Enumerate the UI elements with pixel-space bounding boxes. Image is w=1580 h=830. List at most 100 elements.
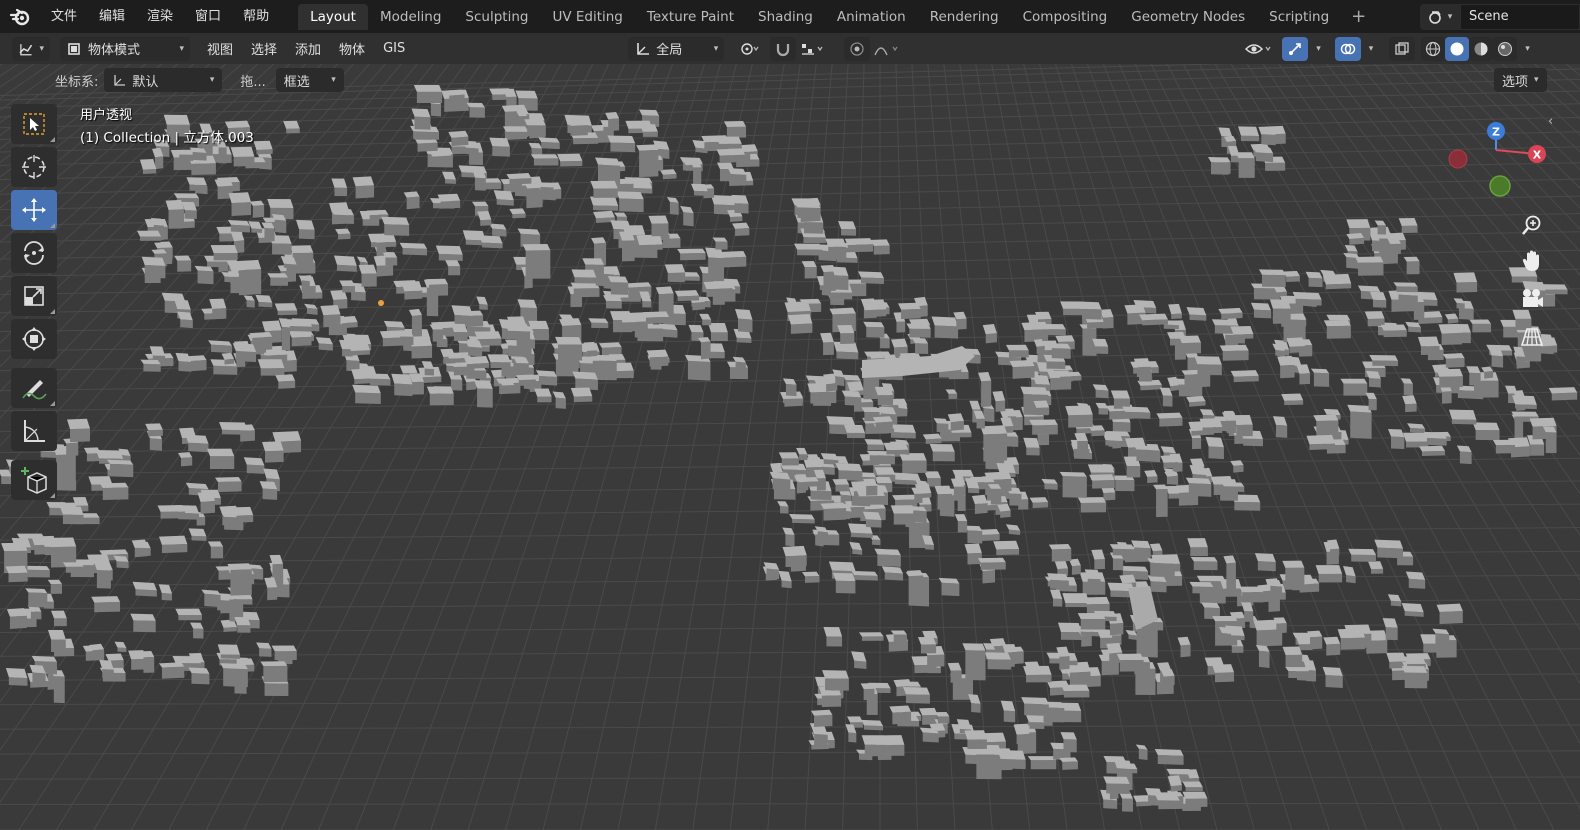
chevron-down-icon[interactable]: ▾ — [1369, 44, 1374, 54]
gizmo-icon — [1289, 42, 1302, 55]
shading-rendered-button[interactable] — [1493, 36, 1518, 61]
navigation-gizmo[interactable]: Z X — [1440, 112, 1550, 212]
snap-target-button[interactable] — [796, 37, 830, 61]
camera-view-button[interactable] — [1517, 284, 1547, 314]
zoom-icon — [1522, 215, 1541, 235]
scene-browse-button[interactable]: ▾ — [1420, 3, 1460, 30]
tool-variants-marker — [50, 309, 55, 314]
select-mode-dropdown[interactable]: 框选 ▾ — [275, 68, 344, 92]
scene-name-field[interactable]: Scene — [1460, 3, 1580, 30]
menu-object[interactable]: 物体 — [330, 39, 374, 58]
tab-rendering[interactable]: Rendering — [918, 4, 1011, 30]
coord-system-label: 坐标系: — [55, 74, 99, 90]
3d-viewport[interactable] — [0, 64, 1580, 830]
tab-layout[interactable]: Layout — [298, 3, 368, 30]
blender-logo-icon[interactable] — [0, 0, 40, 33]
chevron-down-icon: ▾ — [39, 43, 44, 54]
viewport-header: ▾ 物体模式 ▾ 视图 选择 添加 物体 GIS 全局 ▾ ▾ ▾ ▾ — [0, 33, 1580, 64]
transform-orientation-dropdown[interactable]: 全局 ▾ — [628, 36, 725, 61]
gizmo-toggle[interactable] — [1282, 36, 1309, 61]
menu-edit[interactable]: 编辑 — [88, 0, 136, 33]
hand-pan-icon — [1522, 250, 1539, 271]
tab-scripting[interactable]: Scripting — [1257, 4, 1341, 30]
pan-button[interactable] — [1517, 246, 1547, 276]
tab-modeling[interactable]: Modeling — [368, 4, 453, 30]
shading-material-button[interactable] — [1469, 36, 1494, 61]
menu-view[interactable]: 视图 — [198, 39, 242, 58]
tab-geometry-nodes[interactable]: Geometry Nodes — [1119, 4, 1257, 30]
menu-add[interactable]: 添加 — [286, 39, 330, 58]
proportional-edit-toggle[interactable] — [844, 36, 871, 61]
chevron-down-icon: ▾ — [209, 75, 215, 85]
tab-animation[interactable]: Animation — [825, 4, 918, 30]
annotate-tool[interactable] — [11, 368, 57, 408]
options-dropdown[interactable]: 选项 ▾ — [1494, 68, 1547, 92]
rotate-tool[interactable] — [11, 233, 57, 273]
x-axis-label: X — [1533, 149, 1542, 162]
editor-type-button[interactable]: ▾ — [12, 36, 50, 61]
top-bar: 文件 编辑 渲染 窗口 帮助 Layout Modeling Sculpting… — [0, 0, 1580, 33]
add-cube-tool[interactable] — [11, 460, 57, 500]
negative-x-axis-dot[interactable] — [1448, 149, 1468, 169]
view-name-label: 用户透视 — [80, 108, 133, 123]
perspective-toggle-button[interactable] — [1517, 322, 1547, 352]
menu-help[interactable]: 帮助 — [232, 0, 280, 33]
cursor-tool[interactable] — [11, 147, 57, 187]
menu-select[interactable]: 选择 — [242, 39, 286, 58]
zoom-button[interactable] — [1517, 210, 1547, 240]
tab-compositing[interactable]: Compositing — [1011, 4, 1120, 30]
transform-tool[interactable] — [11, 319, 57, 359]
tab-sculpting[interactable]: Sculpting — [453, 4, 540, 30]
wireframe-sphere-icon — [1426, 41, 1441, 56]
overlay-icon — [1340, 43, 1356, 54]
solid-sphere-icon — [1450, 42, 1464, 55]
move-icon — [22, 198, 46, 222]
shading-wireframe-button[interactable] — [1421, 36, 1446, 61]
pivot-point-button[interactable] — [732, 37, 768, 61]
measure-tool[interactable] — [11, 411, 57, 451]
sidebar-toggle-icon[interactable]: ‹ — [1548, 114, 1553, 129]
menu-file[interactable]: 文件 — [40, 0, 88, 33]
mode-dropdown[interactable]: 物体模式 ▾ — [60, 36, 190, 61]
menu-gis[interactable]: GIS — [374, 41, 414, 56]
add-workspace-button[interactable]: + — [1341, 4, 1376, 30]
workspace-tabs: Layout Modeling Sculpting UV Editing Tex… — [298, 0, 1376, 33]
overlay-toggle[interactable] — [1334, 36, 1361, 61]
chevron-down-icon[interactable]: ▾ — [1316, 44, 1321, 54]
scene-icon — [1428, 10, 1441, 24]
coord-system-value: 默认 — [132, 74, 159, 90]
xray-toggle[interactable] — [1389, 36, 1416, 61]
pivot-icon — [741, 42, 759, 55]
snap-toggle[interactable] — [770, 36, 797, 61]
proportional-falloff-button[interactable] — [870, 37, 904, 61]
select-mode-value: 框选 — [283, 74, 310, 90]
move-tool[interactable] — [11, 190, 57, 230]
object-origin-dot — [378, 300, 384, 306]
mode-label: 物体模式 — [88, 43, 141, 58]
scene-selector: ▾ Scene — [1420, 3, 1580, 30]
rendered-sphere-icon — [1498, 41, 1513, 56]
chevron-down-icon: ▾ — [1534, 75, 1539, 85]
viewport-info: 用户透视 (1) Collection | 立方体.003 — [80, 107, 254, 151]
tab-uv-editing[interactable]: UV Editing — [540, 4, 634, 30]
chevron-down-icon: ▾ — [713, 43, 719, 54]
collection-info-label: (1) Collection | 立方体.003 — [80, 130, 254, 146]
snap-increment-icon — [802, 43, 823, 55]
menu-window[interactable]: 窗口 — [184, 0, 232, 33]
tab-texture-paint[interactable]: Texture Paint — [635, 4, 746, 30]
object-mode-icon — [68, 42, 80, 55]
negative-y-axis-dot[interactable] — [1489, 175, 1511, 197]
scale-tool[interactable] — [11, 276, 57, 316]
visibility-button[interactable] — [1240, 37, 1278, 61]
measure-icon — [24, 420, 45, 442]
tool-settings-bar: 坐标系: 默认 ▾ 拖... 框选 ▾ — [0, 64, 1580, 96]
select-box-tool[interactable] — [11, 104, 57, 144]
material-sphere-icon — [1474, 42, 1488, 55]
shading-solid-button[interactable] — [1445, 36, 1470, 61]
menu-render[interactable]: 渲染 — [136, 0, 184, 33]
tab-shading[interactable]: Shading — [746, 4, 825, 30]
add-cube-icon — [21, 467, 47, 494]
coord-system-dropdown[interactable]: 默认 ▾ — [104, 68, 223, 92]
xray-icon — [1395, 41, 1409, 55]
chevron-down-icon[interactable]: ▾ — [1525, 44, 1530, 54]
